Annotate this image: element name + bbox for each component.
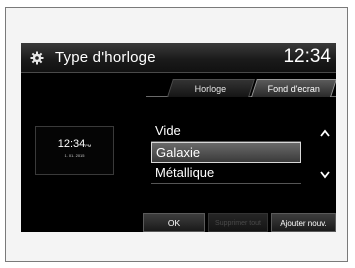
- add-new-button[interactable]: Ajouter nouv.: [271, 213, 336, 232]
- preview-date: 1. 01. 2015: [64, 153, 85, 158]
- tab-horloge-label: Horloge: [194, 84, 227, 94]
- action-buttons: OK Supprimer tout Ajouter nouv.: [21, 213, 336, 232]
- header-clock: 12:34: [283, 46, 331, 67]
- list-item-label: Vide: [155, 123, 181, 138]
- page-title: Type d'horloge: [55, 49, 156, 66]
- wallpaper-list: Vide Galaxie Métallique: [151, 121, 301, 184]
- preview-time: 12:34PM: [36, 138, 113, 150]
- tab-bar: Horloge Fond d'ecran: [146, 79, 336, 97]
- list-item-vide[interactable]: Vide: [151, 121, 301, 142]
- display-screen: Type d'horloge 12:34 Horloge Fond d'ecra…: [21, 43, 336, 232]
- preview-time-value: 12:34: [57, 138, 86, 150]
- gear-icon: [30, 51, 44, 65]
- tab-fond-ecran[interactable]: Fond d'ecran: [251, 79, 336, 97]
- list-item-label: Métallique: [155, 165, 215, 180]
- delete-all-button[interactable]: Supprimer tout: [208, 213, 268, 232]
- list-item-galaxie[interactable]: Galaxie: [151, 142, 301, 163]
- scroll-up-icon[interactable]: [320, 129, 330, 137]
- list-item-label: Galaxie: [156, 145, 201, 160]
- header-bar: Type d'horloge 12:34: [21, 43, 336, 73]
- scroll-down-icon[interactable]: [320, 171, 330, 179]
- ok-button[interactable]: OK: [143, 213, 205, 232]
- tab-fond-ecran-label: Fond d'ecran: [267, 84, 320, 94]
- tab-horloge[interactable]: Horloge: [167, 79, 255, 97]
- clock-preview: 12:34PM 1. 01. 2015: [35, 126, 114, 175]
- preview-ampm: PM: [85, 143, 92, 148]
- list-item-metallique[interactable]: Métallique: [151, 163, 301, 184]
